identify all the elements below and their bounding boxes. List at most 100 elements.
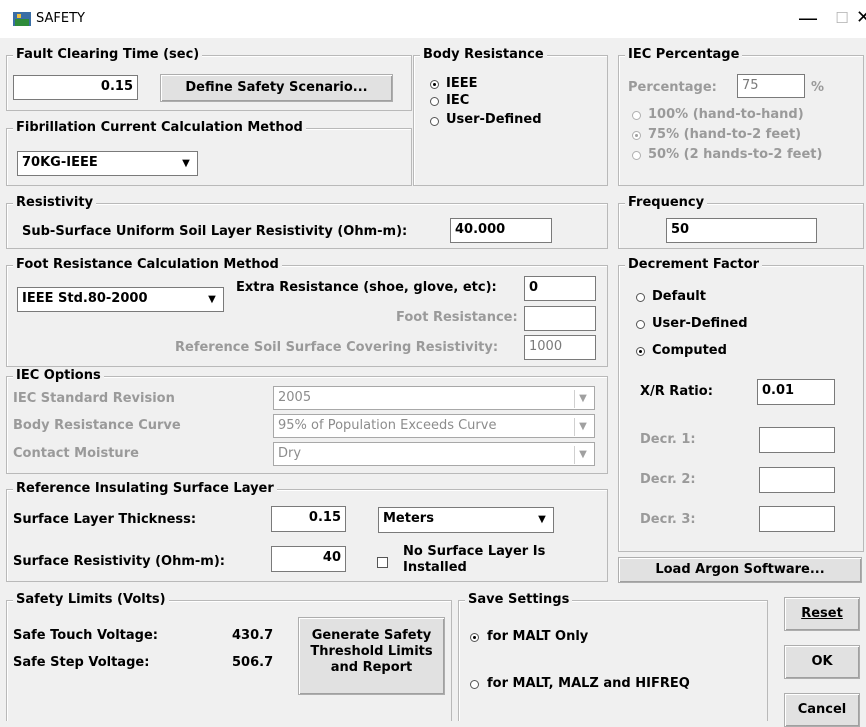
iec-standard-label: IEC Standard Revision xyxy=(13,391,175,406)
radio-computed[interactable] xyxy=(636,347,645,356)
reference-soil-input[interactable]: 1000 xyxy=(524,335,596,360)
cancel-button[interactable]: Cancel xyxy=(784,693,860,727)
resistivity-title: Resistivity xyxy=(13,195,97,211)
safe-touch-value: 430.7 xyxy=(232,628,274,643)
fibrillation-title: Fibrillation Current Calculation Method xyxy=(13,120,306,136)
foot-resistance-label: Foot Resistance: xyxy=(396,310,518,325)
radio-malt-malz-hifreq-label: for MALT, MALZ and HIFREQ xyxy=(487,676,690,691)
surface-thickness-label: Surface Layer Thickness: xyxy=(13,512,197,527)
load-argon-label: Load Argon Software... xyxy=(655,562,825,577)
extra-resistance-label: Extra Resistance (shoe, glove, etc): xyxy=(236,280,497,295)
safe-touch-label: Safe Touch Voltage: xyxy=(13,628,158,643)
chevron-down-icon: ▼ xyxy=(182,158,190,169)
radio-ieee-label: IEEE xyxy=(446,76,478,91)
radio-100-percent[interactable] xyxy=(632,111,641,120)
define-safety-scenario-button[interactable]: Define Safety Scenario... xyxy=(160,74,393,102)
generate-report-line-3: and Report xyxy=(330,660,413,675)
surface-resistivity-input[interactable]: 40 xyxy=(271,546,346,572)
foot-resistance-input[interactable] xyxy=(524,306,596,331)
body-resistance-curve-value: 95% of Population Exceeds Curve xyxy=(278,418,497,433)
radio-user-defined-label: User-Defined xyxy=(446,112,542,127)
generate-report-line-1: Generate Safety xyxy=(311,628,432,643)
frequency-title: Frequency xyxy=(625,195,708,211)
no-surface-layer-label-2: Installed xyxy=(403,560,467,575)
foot-resistance-method-select[interactable]: IEEE Std.80-2000 ▼ xyxy=(17,287,224,312)
surface-thickness-input[interactable]: 0.15 xyxy=(271,506,346,532)
fault-clearing-title: Fault Clearing Time (sec) xyxy=(13,47,203,63)
percentage-input[interactable]: 75 xyxy=(737,74,805,98)
resistivity-label: Sub-Surface Uniform Soil Layer Resistivi… xyxy=(22,224,408,239)
body-resistance-curve-label: Body Resistance Curve xyxy=(13,418,181,433)
fibrillation-method-select[interactable]: 70KG-IEEE ▼ xyxy=(17,151,198,176)
radio-iec[interactable] xyxy=(430,97,439,106)
radio-user-defined[interactable] xyxy=(430,117,439,126)
surface-unit-select[interactable]: Meters ▼ xyxy=(378,507,554,533)
minimize-button[interactable]: — xyxy=(796,4,820,32)
radio-computed-label: Computed xyxy=(652,343,727,358)
decr-2-label: Decr. 2: xyxy=(640,472,696,487)
chevron-down-icon: ▼ xyxy=(538,514,546,525)
frequency-input[interactable]: 50 xyxy=(666,218,817,243)
decr-3-label: Decr. 3: xyxy=(640,512,696,527)
window-title: SAFETY xyxy=(36,11,85,26)
reset-button[interactable]: Reset xyxy=(784,597,860,631)
contact-moisture-value: Dry xyxy=(278,446,302,461)
decr-2-input[interactable] xyxy=(759,467,835,493)
decr-3-input[interactable] xyxy=(759,506,835,532)
iec-standard-value: 2005 xyxy=(278,390,312,405)
safety-limits-title: Safety Limits (Volts) xyxy=(13,592,169,608)
radio-ieee[interactable] xyxy=(430,80,439,89)
fault-clearing-input[interactable]: 0.15 xyxy=(13,75,138,100)
extra-resistance-input[interactable]: 0 xyxy=(524,276,596,301)
safe-step-value: 506.7 xyxy=(232,655,274,670)
load-argon-button[interactable]: Load Argon Software... xyxy=(618,557,862,583)
title-bar: SAFETY — ☐ ✕ xyxy=(0,0,866,38)
radio-default-label: Default xyxy=(652,289,706,304)
radio-malt-only-label: for MALT Only xyxy=(487,629,589,644)
radio-decrement-user-defined[interactable] xyxy=(636,320,645,329)
decr-1-label: Decr. 1: xyxy=(640,432,696,447)
reset-label: Reset xyxy=(801,606,843,621)
app-icon xyxy=(13,12,31,26)
radio-75-percent[interactable] xyxy=(632,131,641,140)
ok-label: OK xyxy=(811,654,833,669)
chevron-down-icon: ▼ xyxy=(574,418,591,436)
reference-soil-label: Reference Soil Surface Covering Resistiv… xyxy=(175,340,499,355)
foot-resistance-method-value: IEEE Std.80-2000 xyxy=(22,291,148,306)
foot-resistance-title: Foot Resistance Calculation Method xyxy=(13,257,282,273)
xr-ratio-label: X/R Ratio: xyxy=(640,384,713,399)
percentage-unit: % xyxy=(811,80,825,95)
percentage-label: Percentage: xyxy=(628,80,717,95)
body-resistance-title: Body Resistance xyxy=(420,47,547,63)
iec-percentage-title: IEC Percentage xyxy=(625,47,743,63)
fibrillation-method-value: 70KG-IEEE xyxy=(22,155,98,170)
radio-decrement-user-defined-label: User-Defined xyxy=(652,316,748,331)
maximize-button[interactable]: ☐ xyxy=(830,4,854,32)
radio-100-percent-label: 100% (hand-to-hand) xyxy=(648,107,804,122)
radio-malt-only[interactable] xyxy=(470,633,479,642)
body-resistance-curve-select[interactable]: 95% of Population Exceeds Curve ▼ xyxy=(273,414,595,438)
ok-button[interactable]: OK xyxy=(784,645,860,679)
surface-resistivity-label: Surface Resistivity (Ohm-m): xyxy=(13,554,225,569)
radio-malt-malz-hifreq[interactable] xyxy=(470,680,479,689)
no-surface-layer-label-1: No Surface Layer Is xyxy=(403,544,546,559)
radio-75-percent-label: 75% (hand-to-2 feet) xyxy=(648,127,802,142)
save-settings-title: Save Settings xyxy=(465,592,573,608)
resistivity-input[interactable]: 40.000 xyxy=(450,218,552,243)
generate-report-button[interactable]: Generate Safety Threshold Limits and Rep… xyxy=(298,617,445,695)
decrement-factor-title: Decrement Factor xyxy=(625,257,763,273)
safe-step-label: Safe Step Voltage: xyxy=(13,655,150,670)
radio-iec-label: IEC xyxy=(446,93,470,108)
no-surface-layer-checkbox[interactable] xyxy=(377,557,388,568)
surface-layer-title: Reference Insulating Surface Layer xyxy=(13,481,277,497)
surface-unit-value: Meters xyxy=(383,511,434,526)
contact-moisture-select[interactable]: Dry ▼ xyxy=(273,442,595,466)
xr-ratio-input[interactable]: 0.01 xyxy=(757,379,835,405)
save-settings-group: Save Settings xyxy=(458,592,768,721)
radio-50-percent[interactable] xyxy=(632,151,641,160)
radio-50-percent-label: 50% (2 hands-to-2 feet) xyxy=(648,147,823,162)
radio-default[interactable] xyxy=(636,293,645,302)
iec-standard-select[interactable]: 2005 ▼ xyxy=(273,386,595,410)
close-button[interactable]: ✕ xyxy=(856,4,866,32)
decr-1-input[interactable] xyxy=(759,427,835,453)
